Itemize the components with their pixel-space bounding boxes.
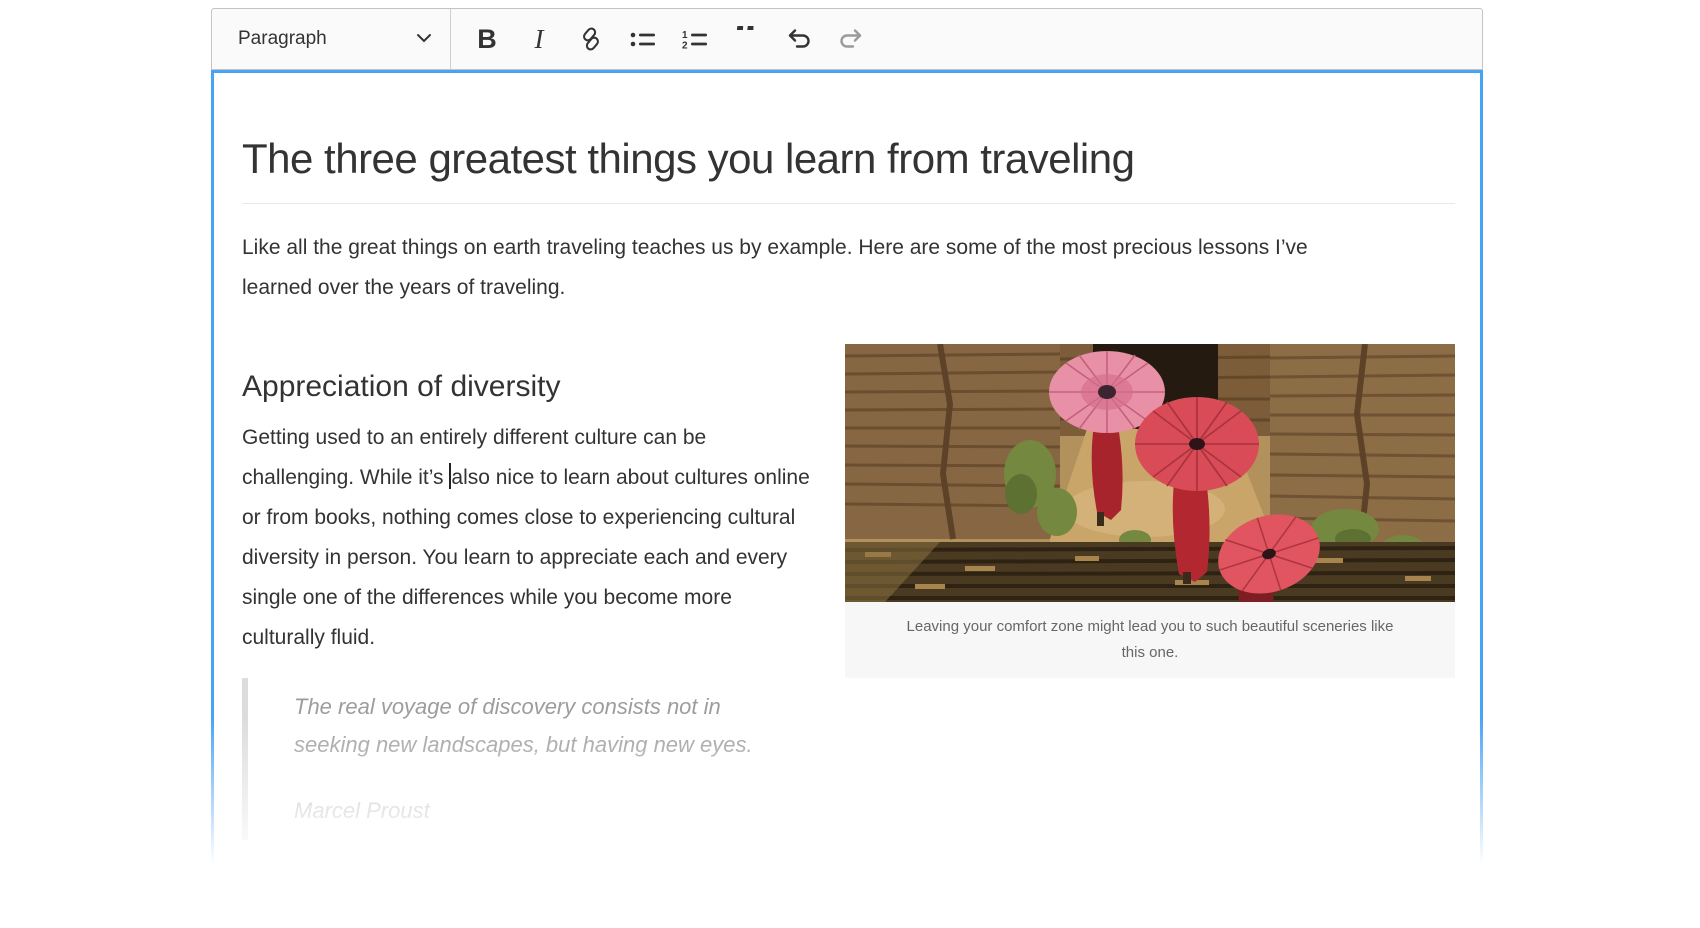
undo-icon [785,27,813,51]
redo-icon [837,27,865,51]
link-icon [578,26,604,52]
bold-icon: B [477,24,497,55]
document-title[interactable]: The three greatest things you learn from… [242,135,1455,204]
link-button[interactable] [566,16,616,62]
block-quote-button[interactable]: “ [722,16,772,62]
bulleted-list-icon [629,27,657,51]
undo-button[interactable] [774,16,824,62]
side-image-figure[interactable]: Leaving your comfort zone might lead you… [845,344,1455,678]
image-caption[interactable]: Leaving your comfort zone might lead you… [845,602,1455,678]
numbered-list-button[interactable]: 1 2 [670,16,720,62]
bulleted-list-button[interactable] [618,16,668,62]
editable-content-area[interactable]: The three greatest things you learn from… [211,70,1483,922]
body-text-after-caret: also nice to learn about cultures online… [242,466,810,649]
italic-icon: I [535,24,544,55]
paragraph-style-dropdown[interactable]: Paragraph [212,9,450,69]
editor-toolbar: Paragraph B I [211,8,1483,70]
quote-text: The real voyage of discovery consists no… [294,688,764,764]
bold-button[interactable]: B [462,16,512,62]
svg-text:1: 1 [682,30,688,41]
paragraph-style-label: Paragraph [238,28,327,50]
block-quote[interactable]: The real voyage of discovery consists no… [242,678,1455,840]
monks-with-red-umbrellas-photo[interactable] [845,344,1455,602]
toolbar-buttons: B I [451,9,877,69]
rich-text-editor: Paragraph B I [211,8,1483,922]
numbered-list-icon: 1 2 [681,27,709,51]
chevron-down-icon [416,30,432,48]
quote-author: Marcel Proust [294,792,1455,830]
block-quote-icon: “ [734,26,760,52]
svg-text:2: 2 [682,41,688,52]
italic-button[interactable]: I [514,16,564,62]
redo-button[interactable] [826,16,876,62]
intro-paragraph[interactable]: Like all the great things on earth trave… [242,228,1327,308]
